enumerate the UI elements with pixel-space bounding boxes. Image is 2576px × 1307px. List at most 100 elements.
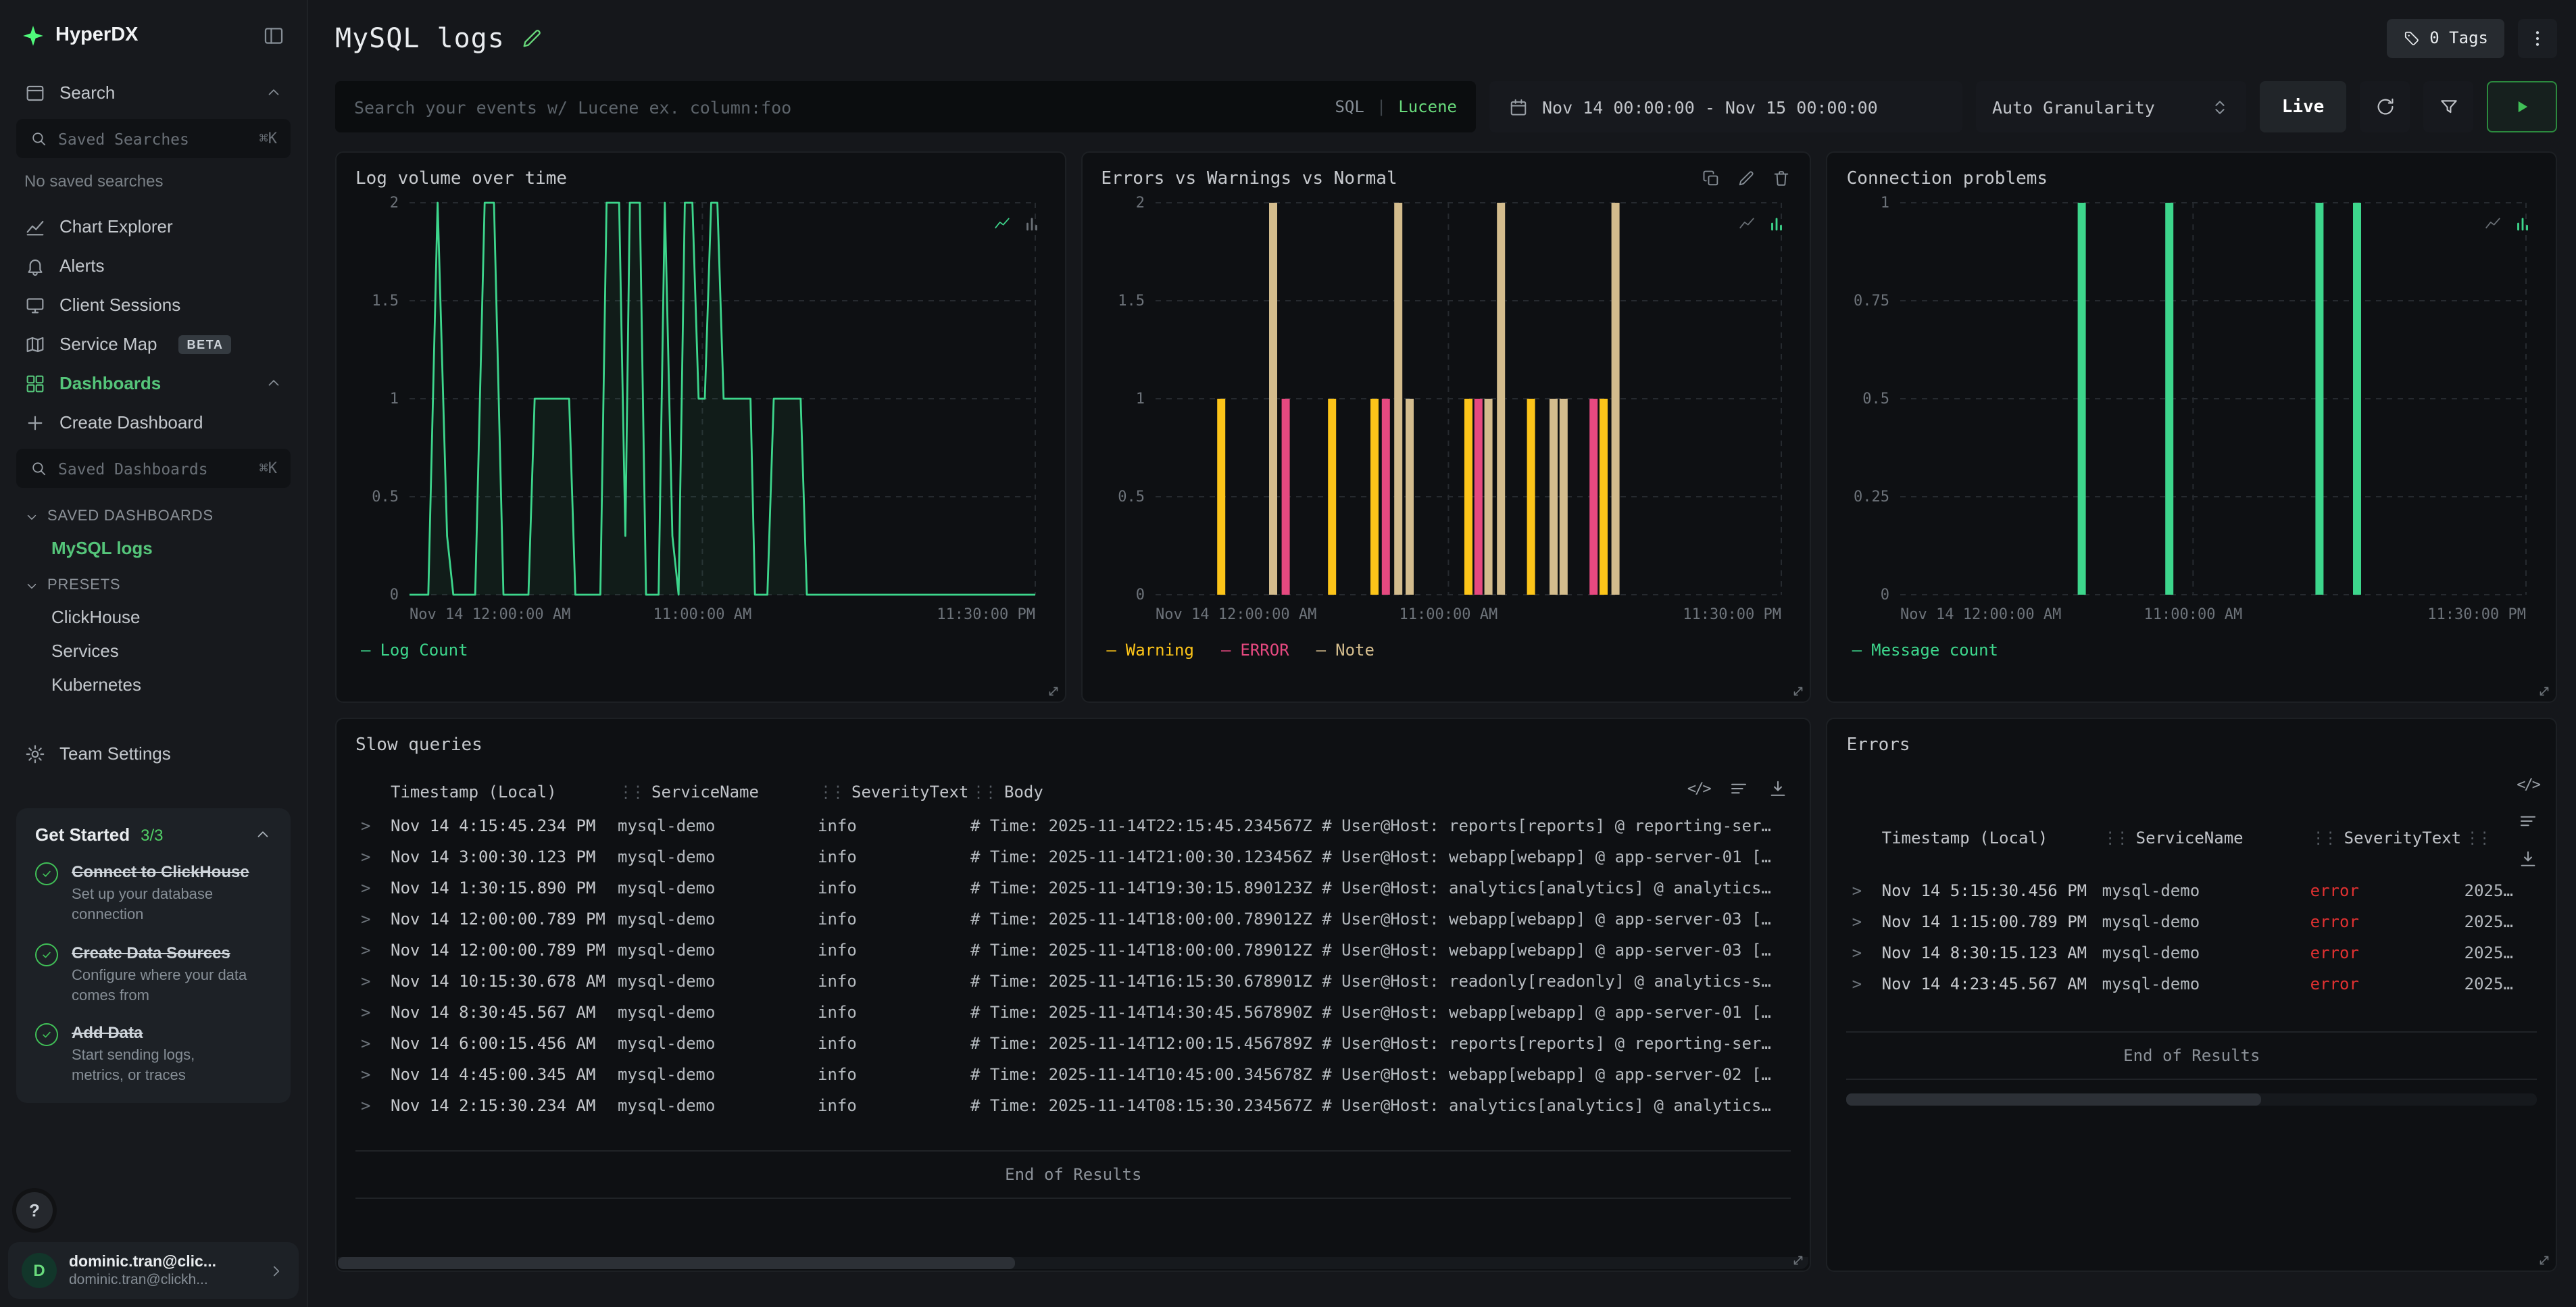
row-expander-icon[interactable]: > (355, 1033, 391, 1052)
table-row[interactable]: > Nov 14 12:00:00.789 PM mysql-demo info… (355, 934, 1791, 965)
bar-chart-toggle-icon[interactable] (1768, 215, 1786, 232)
panel-log-volume[interactable]: Log volume over time 00.511.52Nov 14 12:… (335, 151, 1066, 703)
column-drag-handle-icon[interactable]: ⋮⋮ (2464, 829, 2489, 847)
row-expander-icon[interactable]: > (1847, 881, 1882, 899)
lucene-mode-toggle[interactable]: Lucene (1398, 97, 1457, 116)
bar-chart-toggle-icon[interactable] (2514, 215, 2531, 232)
horizontal-scrollbar[interactable] (338, 1257, 1809, 1269)
table-row[interactable]: > Nov 14 8:30:15.123 AM mysql-demo error… (1847, 937, 2537, 968)
sidebar-item-search[interactable]: Search (16, 73, 291, 112)
panel-connection-problems[interactable]: Connection problems 00.250.50.751Nov 14 … (1827, 151, 2557, 703)
rows-icon[interactable] (2518, 811, 2538, 831)
section-label[interactable]: PRESETS (16, 565, 291, 600)
download-icon[interactable] (1768, 779, 1789, 799)
sidebar-item-chart-explorer[interactable]: Chart Explorer (16, 207, 291, 246)
sidebar-item-client-sessions[interactable]: Client Sessions (16, 285, 291, 324)
legend-item[interactable]: —Message count (1852, 641, 1998, 660)
row-expander-icon[interactable]: > (355, 878, 391, 897)
row-expander-icon[interactable]: > (355, 847, 391, 866)
search-input[interactable]: Search your events w/ Lucene ex. column:… (335, 81, 1476, 132)
panel-errors-warnings[interactable]: Errors vs Warnings vs Normal 00.511.52No… (1081, 151, 1811, 703)
app-logo[interactable]: HyperDX (22, 24, 139, 47)
row-expander-icon[interactable]: > (1847, 974, 1882, 993)
row-expander-icon[interactable]: > (355, 909, 391, 928)
row-expander-icon[interactable]: > (355, 1002, 391, 1021)
filter-button[interactable] (2423, 81, 2473, 132)
user-menu[interactable]: D dominic.tran@clic... dominic.tran@clic… (8, 1242, 299, 1299)
column-drag-handle-icon[interactable]: ⋮⋮ (2102, 829, 2127, 847)
column-header[interactable]: ⋮⋮SeverityText (818, 783, 970, 802)
line-chart-toggle-icon[interactable] (993, 215, 1010, 232)
get-started-item[interactable]: Create Data Sources Configure where your… (35, 943, 272, 1006)
rows-icon[interactable] (1729, 779, 1750, 799)
table-row[interactable]: > Nov 14 8:30:45.567 AM mysql-demo info … (355, 996, 1791, 1027)
column-header[interactable]: Timestamp (Local) (1882, 829, 2102, 847)
date-range-picker[interactable]: Nov 14 00:00:00 - Nov 15 00:00:00 (1489, 81, 1962, 132)
sidebar-subitem-mysql-logs[interactable]: MySQL logs (16, 531, 291, 565)
table-row[interactable]: > Nov 14 1:15:00.789 PM mysql-demo error… (1847, 906, 2537, 937)
legend-item[interactable]: —Note (1316, 641, 1374, 660)
sidebar-subitem-kubernetes[interactable]: Kubernetes (16, 668, 291, 701)
table-row[interactable]: > Nov 14 2:15:30.234 AM mysql-demo info … (355, 1089, 1791, 1120)
row-expander-icon[interactable]: > (355, 816, 391, 835)
code-icon[interactable]: </> (2517, 776, 2540, 793)
row-expander-icon[interactable]: > (1847, 912, 1882, 931)
get-started-header[interactable]: Get Started 3/3 (35, 824, 272, 845)
horizontal-scrollbar[interactable] (1847, 1093, 2537, 1106)
sidebar-item-team-settings[interactable]: Team Settings (16, 734, 291, 773)
run-query-button[interactable] (2487, 81, 2557, 132)
line-chart-toggle-icon[interactable] (2484, 215, 2502, 232)
get-started-item[interactable]: Connect to ClickHouse Set up your databa… (35, 862, 272, 925)
sql-mode-toggle[interactable]: SQL (1335, 97, 1364, 116)
table-row[interactable]: > Nov 14 1:30:15.890 PM mysql-demo info … (355, 872, 1791, 903)
legend-item[interactable]: —Warning (1106, 641, 1194, 660)
saved-searches-input[interactable]: Saved Searches ⌘K (16, 119, 291, 158)
live-button[interactable]: Live (2260, 81, 2346, 132)
chevron-up-icon[interactable] (265, 374, 282, 392)
download-icon[interactable] (2518, 849, 2538, 869)
column-header[interactable]: ⋮⋮Body (970, 783, 1791, 802)
row-expander-icon[interactable]: > (1847, 943, 1882, 962)
sidebar-item-dashboards[interactable]: Dashboards (16, 364, 291, 403)
table-row[interactable]: > Nov 14 4:23:45.567 AM mysql-demo error… (1847, 968, 2537, 999)
bar-chart-toggle-icon[interactable] (1022, 215, 1040, 232)
chevron-up-icon[interactable] (254, 826, 272, 843)
table-row[interactable]: > Nov 14 3:00:30.123 PM mysql-demo info … (355, 841, 1791, 872)
column-header[interactable]: ⋮⋮ServiceName (618, 783, 818, 802)
table-row[interactable]: > Nov 14 6:00:15.456 AM mysql-demo info … (355, 1027, 1791, 1058)
row-expander-icon[interactable]: > (355, 1064, 391, 1083)
table-row[interactable]: > Nov 14 5:15:30.456 PM mysql-demo error… (1847, 874, 2537, 906)
get-started-item[interactable]: Add Data Start sending logs, metrics, or… (35, 1024, 272, 1087)
column-header[interactable]: ⋮⋮SeverityText (2310, 829, 2464, 847)
table-row[interactable]: > Nov 14 4:45:00.345 AM mysql-demo info … (355, 1058, 1791, 1089)
row-expander-icon[interactable]: > (355, 971, 391, 990)
table-row[interactable]: > Nov 14 12:00:00.789 PM mysql-demo info… (355, 903, 1791, 934)
resize-handle-icon[interactable] (1791, 684, 1806, 699)
column-drag-handle-icon[interactable]: ⋮⋮ (818, 783, 842, 802)
edit-panel-icon[interactable] (1737, 169, 1756, 188)
overflow-menu-button[interactable] (2518, 18, 2557, 57)
tags-button[interactable]: 0 Tags (2386, 18, 2504, 57)
section-label[interactable]: SAVED DASHBOARDS (16, 496, 291, 531)
help-button[interactable]: ? (16, 1192, 53, 1229)
resize-handle-icon[interactable] (2537, 1253, 2552, 1268)
panel-errors[interactable]: Errors </> Timestamp (Local)⋮⋮ServiceNam… (1827, 718, 2557, 1272)
granularity-select[interactable]: Auto Granularity (1976, 81, 2246, 132)
resize-handle-icon[interactable] (1791, 1253, 1806, 1268)
chevron-up-icon[interactable] (265, 84, 282, 101)
sidebar-subitem-services[interactable]: Services (16, 634, 291, 668)
sidebar-collapse-icon[interactable] (262, 24, 285, 47)
saved-dashboards-input[interactable]: Saved Dashboards ⌘K (16, 449, 291, 488)
table-row[interactable]: > Nov 14 10:15:30.678 AM mysql-demo info… (355, 965, 1791, 996)
sidebar-item-service-map[interactable]: Service Map BETA (16, 324, 291, 364)
column-header[interactable]: ⋮⋮ServiceName (2102, 829, 2310, 847)
column-drag-handle-icon[interactable]: ⋮⋮ (618, 783, 642, 802)
line-chart-toggle-icon[interactable] (1739, 215, 1756, 232)
row-expander-icon[interactable]: > (355, 1095, 391, 1114)
resize-handle-icon[interactable] (1045, 684, 1060, 699)
delete-panel-icon[interactable] (1773, 169, 1791, 188)
edit-title-icon[interactable] (521, 26, 544, 49)
create-dashboard-button[interactable]: Create Dashboard (16, 403, 291, 442)
column-header[interactable]: Timestamp (Local) (391, 783, 618, 802)
column-drag-handle-icon[interactable]: ⋮⋮ (970, 783, 995, 802)
